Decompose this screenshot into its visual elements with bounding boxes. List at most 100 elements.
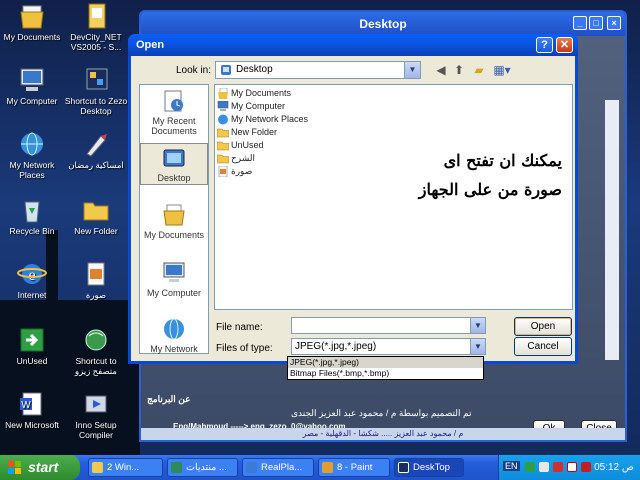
look-in-select[interactable]: Desktop ▼ [215,61,421,79]
computer-icon [17,66,47,94]
desktop-icon-my-documents[interactable]: My Documents [0,2,64,42]
alert-icon[interactable] [581,462,591,472]
start-button[interactable]: start [0,455,80,480]
list-item[interactable]: صورة [217,165,252,178]
taskbar-item-desktop[interactable]: DeskTop [394,458,464,477]
back-icon[interactable]: ◀ [433,62,449,78]
files-of-type-label: Files of type: [216,343,273,354]
my-documents-icon [17,2,47,30]
realplayer-icon [246,462,257,473]
place-my-recent-documents[interactable]: My Recent Documents [140,89,208,136]
my-documents-icon [218,88,228,99]
network-icon[interactable] [525,462,535,472]
globe-icon [81,326,111,354]
taskbar-item-forums[interactable]: منتديات ... [167,458,238,477]
desktop-icon-recycle-bin[interactable]: Recycle Bin [0,196,64,236]
open-button[interactable]: Open [514,317,572,336]
about-section-label: عن البرنامج [147,394,191,404]
hint-text-line-2: صورة من على الجهاز [418,180,562,199]
place-my-computer[interactable]: My Computer [140,261,208,298]
place-my-documents[interactable]: My Documents [140,203,208,240]
network-icon [218,114,228,125]
chevron-down-icon[interactable]: ▼ [404,62,420,78]
computer-icon [163,262,185,282]
list-item[interactable]: My Computer [217,100,285,113]
list-item[interactable]: My Network Places [217,113,308,126]
antivirus-icon[interactable] [567,462,577,472]
list-item[interactable]: My Documents [217,87,291,100]
folder-icon [92,462,103,473]
svg-text:W: W [21,400,31,411]
security-shield-icon[interactable] [553,462,563,472]
clock[interactable]: 05:12 ص [594,455,634,480]
new-folder-icon[interactable]: ▰ [471,62,487,78]
taskbar-item-paint[interactable]: 8 - Paint [318,458,390,477]
setup-icon [81,390,111,418]
computer-icon [217,101,229,111]
places-bar: My Recent Documents Desktop My Documents… [139,84,209,354]
minimize-button[interactable]: _ [573,16,587,30]
window-close-button[interactable]: × [607,16,621,30]
up-folder-icon[interactable]: ⬆ [451,62,467,78]
chevron-down-icon[interactable]: ▼ [470,339,485,354]
maximize-button[interactable]: □ [589,16,603,30]
taskbar: start 2 Win... منتديات ... RealPla... 8 … [0,455,640,480]
look-in-label: Look in: [176,65,212,76]
desktop-app-titlebar: Desktop _ □ × [141,12,625,36]
desktop-small-icon [221,65,231,75]
desktop-icon-my-computer[interactable]: My Computer [0,66,64,106]
file-name-input[interactable]: ▼ [291,317,486,334]
list-item[interactable]: الشرح [217,152,255,165]
recycle-bin-icon [17,196,47,224]
desktop-icon-internet[interactable]: e Internet [0,260,64,300]
desktop-icon-imsakiya[interactable]: امساكية رمضان [64,130,128,170]
file-type-option-jpeg[interactable]: JPEG(*.jpg,*.jpeg) [288,357,483,368]
desktop-icon-my-network-places[interactable]: My Network Places [0,130,64,180]
recent-documents-icon [164,90,183,112]
desktop-icon-new-microsoft[interactable]: W New Microsoft [0,390,64,430]
desktop-icon-image[interactable]: صورة [64,260,128,300]
paint-icon [322,462,333,473]
taskbar-item-realplayer[interactable]: RealPla... [242,458,314,477]
app-icon [81,66,111,94]
pen-icon [81,130,111,158]
dialog-close-button[interactable]: ✕ [556,37,573,53]
green-arrow-icon [17,326,47,354]
desktop-icon-zezo-desktop[interactable]: Shortcut to Zezo Desktop [64,66,128,116]
file-name-label: File name: [216,322,263,333]
chevron-down-icon[interactable]: ▼ [470,318,485,333]
app-icon [398,462,409,473]
cancel-button[interactable]: Cancel [514,337,572,356]
help-button[interactable]: ? [536,37,553,53]
desktop-icon-zezo-browser[interactable]: Shortcut to متصفح زيزو [64,326,128,376]
document-icon [81,2,111,30]
folder-icon [217,141,229,151]
browser-icon [171,462,182,473]
desktop-icon-inno-setup[interactable]: Inno Setup Compiler [64,390,128,440]
desktop-place-icon [163,149,185,167]
views-menu-icon[interactable]: ▦▾ [491,62,513,78]
system-tray: EN 05:12 ص [498,455,640,480]
hint-text-line-1: يمكنك ان تفتح اى [443,151,562,170]
desktop-icon-devcity[interactable]: DevCity_NET VS2005 - S... [64,2,128,52]
desktop-icon-new-folder[interactable]: New Folder [64,196,128,236]
windows-flag-icon [8,461,21,474]
file-list: My Documents My Computer My Network Plac… [214,84,573,310]
taskbar-item-windows[interactable]: 2 Win... [88,458,163,477]
language-indicator[interactable]: EN [503,461,520,471]
place-my-network[interactable]: My Network [140,317,208,354]
list-item[interactable]: UnUsed [217,139,264,152]
preview-panel [605,100,619,360]
list-item[interactable]: New Folder [217,126,277,139]
file-type-option-bitmap[interactable]: Bitmap Files(*.bmp,*.bmp) [288,368,483,379]
network-icon [164,318,184,340]
volume-icon[interactable] [539,462,549,472]
place-desktop[interactable]: Desktop [140,143,208,185]
image-icon [218,166,228,177]
network-icon [17,130,47,158]
footer-credit: م / محمود عبد العزيز ..... شكشا - الدقهل… [141,428,625,440]
internet-explorer-icon: e [17,260,47,288]
open-dialog: Open ? ✕ Look in: Desktop ▼ ◀ ⬆ ▰ ▦▾ My … [128,34,578,364]
desktop-icon-unused[interactable]: UnUsed [0,326,64,366]
files-of-type-select[interactable]: JPEG(*.jpg,*.jpeg) ▼ [291,338,486,355]
